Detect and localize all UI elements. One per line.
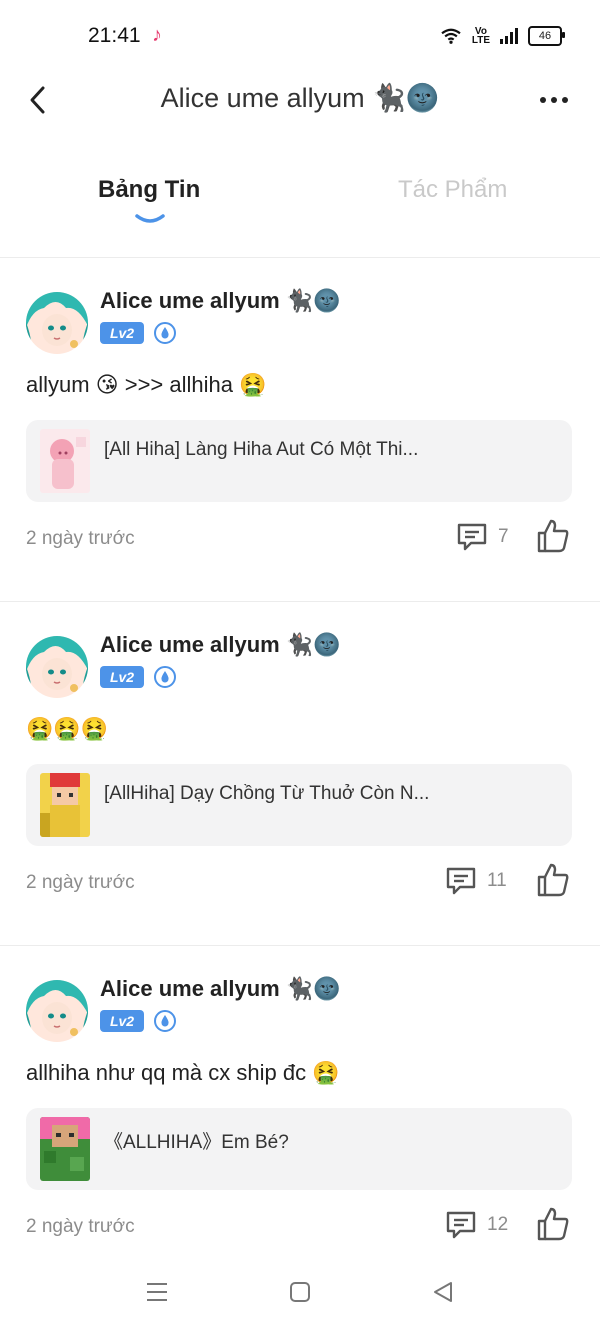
- menu-icon: [147, 1283, 167, 1301]
- nav-home-button[interactable]: [285, 1277, 315, 1307]
- page-title: Alice ume allyum 🐈‍⬛🌚: [160, 83, 440, 113]
- post[interactable]: Alice ume allyum 🐈‍⬛🌚 Lv2 🤮🤮🤮 [AllHiha] …: [0, 601, 600, 946]
- wifi-icon: [441, 28, 461, 44]
- level-badge: Lv2: [100, 666, 144, 688]
- comment-icon: [446, 867, 476, 895]
- post[interactable]: Alice ume allyum 🐈‍⬛🌚 Lv2 allyum 😘 >>> a…: [0, 257, 600, 602]
- post-text: allhiha như qq mà cx ship đc 🤮: [26, 1060, 340, 1085]
- status-time: 21:41: [88, 24, 141, 47]
- header: Alice ume allyum 🐈‍⬛🌚: [0, 72, 600, 128]
- post-time: 2 ngày trước: [26, 1216, 135, 1237]
- story-title: 《ALLHIHA》Em Bé?: [104, 1132, 289, 1153]
- back-triangle-icon: [434, 1282, 452, 1302]
- comment-count: 11: [487, 870, 507, 891]
- comment-icon: [446, 1211, 476, 1239]
- author-name[interactable]: Alice ume allyum 🐈‍⬛🌚: [100, 976, 341, 1002]
- status-bar: 21:41 ♪ Vo LTE 46: [0, 0, 600, 72]
- signal-icon: [500, 28, 518, 44]
- more-button[interactable]: [534, 80, 574, 120]
- story-link-card[interactable]: [All Hiha] Làng Hiha Aut Có Một Thi...: [26, 420, 572, 502]
- story-cover-image: [40, 1117, 90, 1181]
- story-title: [AllHiha] Dạy Chồng Từ Thuở Còn N...: [104, 783, 430, 804]
- comment-count: 7: [498, 526, 509, 547]
- level-badge: Lv2: [100, 322, 144, 344]
- comment-icon: [457, 523, 487, 551]
- thumbs-up-icon[interactable]: [536, 862, 570, 898]
- post-text: allyum 😘 >>> allhiha 🤮: [26, 372, 267, 397]
- tab-works[interactable]: Tác Phẩm: [398, 176, 507, 204]
- story-cover-image: [40, 429, 90, 493]
- home-square-icon: [290, 1282, 310, 1302]
- tab-feed[interactable]: Bảng Tin: [98, 176, 200, 204]
- water-drop-icon: [154, 322, 176, 344]
- story-link-card[interactable]: 《ALLHIHA》Em Bé?: [26, 1108, 572, 1190]
- author-name[interactable]: Alice ume allyum 🐈‍⬛🌚: [100, 288, 341, 314]
- story-title: [All Hiha] Làng Hiha Aut Có Một Thi...: [104, 439, 419, 460]
- level-badge: Lv2: [100, 1010, 144, 1032]
- comment-button[interactable]: 7: [456, 521, 509, 553]
- system-nav-bar: [0, 1259, 600, 1333]
- author-name[interactable]: Alice ume allyum 🐈‍⬛🌚: [100, 632, 341, 658]
- more-dots-icon: [540, 97, 546, 103]
- avatar[interactable]: [26, 292, 88, 354]
- volte-icon: Vo LTE: [471, 26, 490, 46]
- post-time: 2 ngày trước: [26, 872, 135, 893]
- tab-active-indicator: [135, 214, 165, 223]
- story-cover-image: [40, 773, 90, 837]
- thumbs-up-icon[interactable]: [536, 518, 570, 554]
- water-drop-icon: [154, 1010, 176, 1032]
- post[interactable]: Alice ume allyum 🐈‍⬛🌚 Lv2 allhiha như qq…: [0, 945, 600, 1290]
- story-link-card[interactable]: [AllHiha] Dạy Chồng Từ Thuở Còn N...: [26, 764, 572, 846]
- tab-bar: Bảng Tin Tác Phẩm: [0, 160, 600, 240]
- thumbs-up-icon[interactable]: [536, 1206, 570, 1242]
- water-drop-icon: [154, 666, 176, 688]
- comment-button[interactable]: 11: [445, 865, 507, 897]
- comment-count: 12: [487, 1214, 509, 1235]
- post-text: 🤮🤮🤮: [26, 716, 109, 741]
- comment-button[interactable]: 12: [445, 1209, 508, 1241]
- status-icons: Vo LTE 46: [440, 26, 565, 46]
- nav-back-button[interactable]: [428, 1277, 458, 1307]
- avatar[interactable]: [26, 636, 88, 698]
- battery-icon: 46: [528, 26, 565, 46]
- avatar[interactable]: [26, 980, 88, 1042]
- post-time: 2 ngày trước: [26, 528, 135, 549]
- nav-menu-button[interactable]: [142, 1277, 172, 1307]
- tiktok-icon: ♪: [152, 24, 162, 46]
